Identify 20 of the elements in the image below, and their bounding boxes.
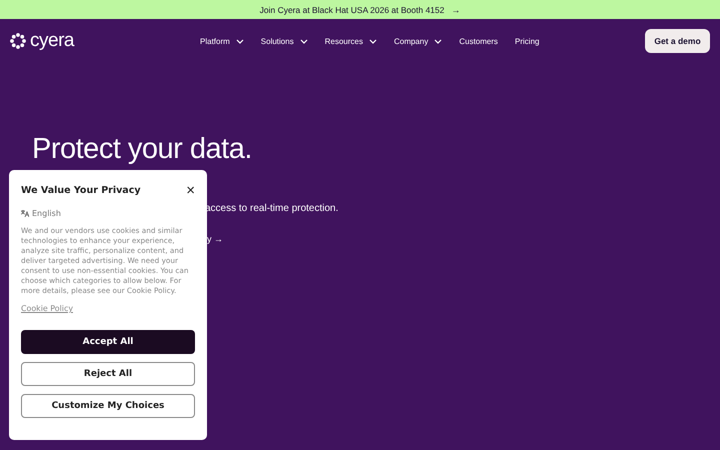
dialog-title: We Value Your Privacy [21,184,141,196]
get-demo-button[interactable]: Get a demo [645,29,710,53]
logo-text[interactable]: cyera [30,30,74,52]
translate-icon [21,210,29,217]
hero-link[interactable]: y → [207,234,224,244]
nav-menu-item[interactable]: Solutions [260,36,308,46]
language-selector[interactable]: English [32,209,61,218]
nav-menu-item[interactable]: Platform [200,36,244,46]
nav-menu-item[interactable]: Customers [459,36,498,46]
consent-button[interactable]: Customize My Choices [21,394,195,418]
nav-menu-item[interactable]: Resources [324,36,377,46]
nav-menu-item[interactable]: Pricing [514,36,540,46]
logo-icon [10,33,26,49]
announcement-link[interactable]: Join Cyera at Black Hat USA 2026 at Booth 4152 [260,4,444,14]
hero-title: Protect your data. [32,133,253,166]
arrow-icon: → [451,4,460,14]
consent-button[interactable]: Accept All [21,330,195,354]
nav-menu-item[interactable]: Company [394,36,442,46]
consent-button[interactable]: Reject All [21,362,195,386]
close-button[interactable]: × [186,182,195,198]
